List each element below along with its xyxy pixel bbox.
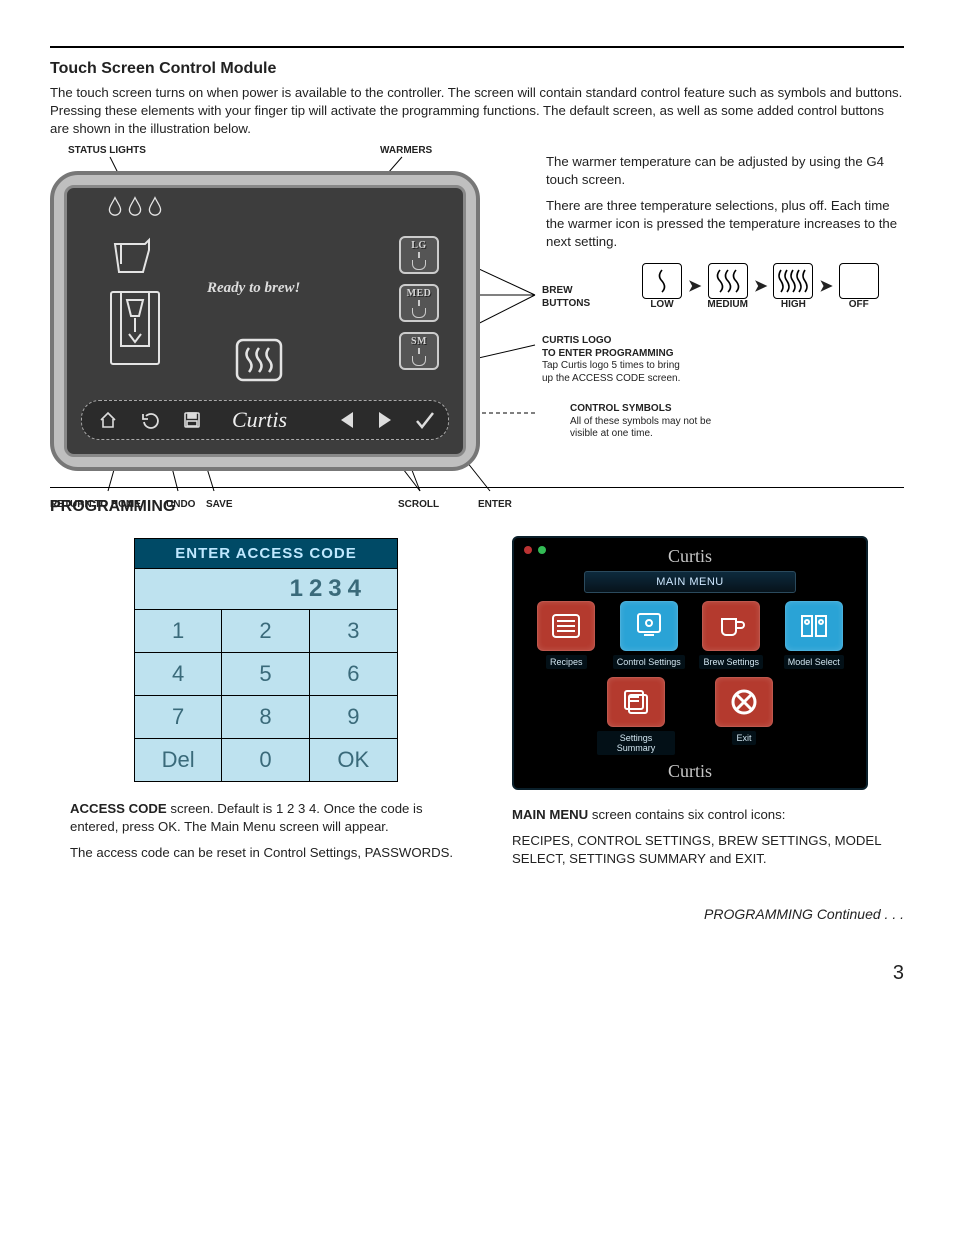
- warmer-medium-icon: [708, 263, 748, 299]
- callout-brew-buttons: BREW BUTTONS: [542, 285, 590, 310]
- tile-exit[interactable]: Exit: [705, 677, 783, 755]
- callout-control-symbols: CONTROL SYMBOLSAll of these symbols may …: [570, 403, 760, 441]
- ready-text: Ready to brew!: [207, 280, 300, 297]
- scroll-right-icon[interactable]: [377, 410, 393, 430]
- home-icon[interactable]: [98, 410, 118, 430]
- warmer-p1: The warmer temperature can be adjusted b…: [546, 153, 904, 189]
- arrow-icon: ➤: [688, 276, 701, 296]
- drop-icon: [107, 196, 123, 216]
- main-menu-p1: MAIN MENU screen contains six control ic…: [512, 806, 904, 824]
- main-menu-row-1: Recipes Control Settings Brew Settings M…: [524, 601, 856, 669]
- label-save: SAVE: [206, 499, 233, 510]
- curtis-logo-small: Curtis: [524, 546, 856, 567]
- key-1[interactable]: 1: [135, 610, 222, 653]
- key-4[interactable]: 4: [135, 653, 222, 696]
- warmer-high-icon: [773, 263, 813, 299]
- tile-recipes[interactable]: Recipes: [528, 601, 605, 669]
- drop-icon: [147, 196, 163, 216]
- curtis-logo[interactable]: Curtis: [232, 407, 287, 433]
- section-title: Touch Screen Control Module: [50, 60, 904, 78]
- access-code-p2: The access code can be reset in Control …: [70, 844, 462, 862]
- save-icon[interactable]: [182, 410, 202, 430]
- brewer-icon: [107, 288, 163, 373]
- keypad-title: ENTER ACCESS CODE: [135, 539, 397, 569]
- touchscreen-figure: STATUS LIGHTS WARMERS: [50, 145, 530, 471]
- control-bar: Curtis: [81, 400, 449, 440]
- section-body: The touch screen turns on when power is …: [50, 84, 904, 137]
- access-code-keypad: ENTER ACCESS CODE 1234 1 2 3 4 5 6 7 8 9…: [134, 538, 398, 782]
- warmer-off-icon: [839, 263, 879, 299]
- arrow-icon: ➤: [819, 276, 832, 296]
- arrow-icon: ➤: [754, 276, 767, 296]
- warmer-levels: LOW ➤ MEDIUM ➤ HIGH ➤ OFF: [642, 263, 904, 310]
- key-del[interactable]: Del: [135, 739, 222, 781]
- key-2[interactable]: 2: [222, 610, 309, 653]
- key-ok[interactable]: OK: [310, 739, 397, 781]
- rule-mid: [50, 487, 904, 488]
- label-warmers: WARMERS: [380, 145, 432, 156]
- key-3[interactable]: 3: [310, 610, 397, 653]
- brew-button-med[interactable]: MED: [399, 284, 439, 322]
- label-status-lights: STATUS LIGHTS: [68, 145, 146, 156]
- tile-settings-summary[interactable]: Settings Summary: [597, 677, 675, 755]
- access-code-p1: ACCESS CODE screen. Default is 1 2 3 4. …: [70, 800, 462, 836]
- warmer-p2: There are three temperature selections, …: [546, 197, 904, 250]
- brew-button-lg[interactable]: LG: [399, 236, 439, 274]
- undo-icon[interactable]: [140, 410, 160, 430]
- warmer-low-icon: [642, 263, 682, 299]
- page-number: 3: [50, 962, 904, 985]
- curtis-logo-footer: Curtis: [524, 761, 856, 782]
- label-enter: ENTER: [478, 499, 512, 510]
- key-8[interactable]: 8: [222, 696, 309, 739]
- main-menu-preview: Curtis MAIN MENU Recipes Control Setting…: [512, 536, 868, 790]
- drop-icon: [127, 196, 143, 216]
- status-lights: [107, 196, 163, 216]
- key-0[interactable]: 0: [222, 739, 309, 781]
- main-menu-row-2: Settings Summary Exit: [524, 677, 856, 755]
- enter-icon[interactable]: [415, 410, 435, 430]
- brew-button-sm[interactable]: SM: [399, 332, 439, 370]
- label-scroll: SCROLL: [398, 499, 439, 510]
- pitcher-icon: [111, 238, 157, 281]
- label-undo: UNDO: [166, 499, 195, 510]
- callout-curtis-logo: CURTIS LOGO TO ENTER PROGRAMMINGTap Curt…: [542, 335, 732, 385]
- key-9[interactable]: 9: [310, 696, 397, 739]
- warmer-icon[interactable]: [235, 338, 283, 387]
- key-6[interactable]: 6: [310, 653, 397, 696]
- keypad-grid: 1 2 3 4 5 6 7 8 9 Del 0 OK: [135, 610, 397, 781]
- tile-control-settings[interactable]: Control Settings: [611, 601, 688, 669]
- main-menu-p2: RECIPES, CONTROL SETTINGS, BREW SETTINGS…: [512, 832, 904, 868]
- key-7[interactable]: 7: [135, 696, 222, 739]
- rule-top: [50, 46, 904, 48]
- tile-brew-settings[interactable]: Brew Settings: [693, 601, 770, 669]
- label-return-home: RETURN TO HOME: [50, 499, 141, 510]
- tile-model-select[interactable]: Model Select: [776, 601, 853, 669]
- continued-text: PROGRAMMING Continued . . .: [50, 906, 904, 922]
- key-5[interactable]: 5: [222, 653, 309, 696]
- scroll-left-icon[interactable]: [339, 410, 355, 430]
- main-menu-title: MAIN MENU: [584, 571, 796, 593]
- keypad-display: 1234: [135, 569, 397, 610]
